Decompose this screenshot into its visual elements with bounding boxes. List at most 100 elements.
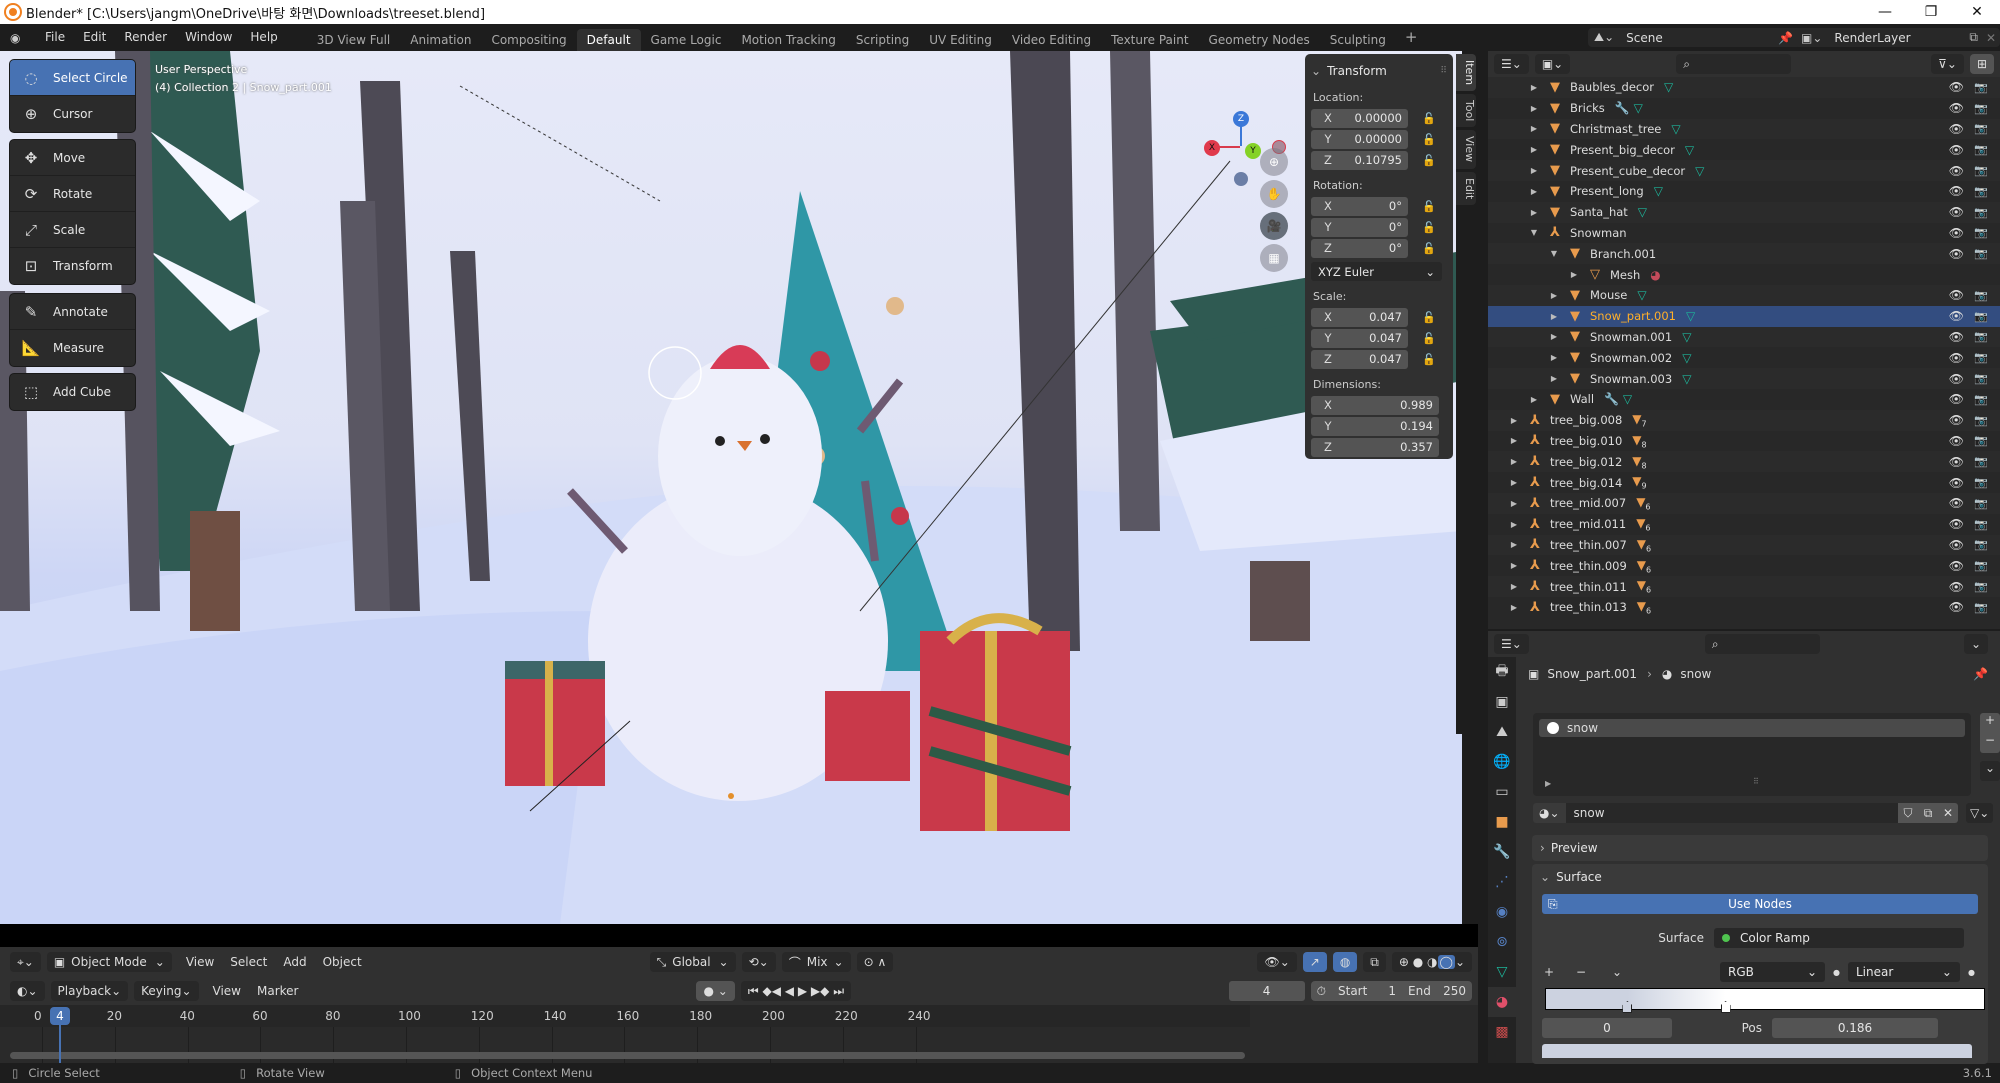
expand-toggle-icon[interactable]: ▶: [1508, 436, 1520, 445]
visibility-eye-icon[interactable]: 👁: [1949, 226, 1964, 240]
lock-icon[interactable]: 🔓: [1422, 154, 1436, 167]
tool-cursor[interactable]: ⊕ Cursor: [10, 96, 135, 132]
start-frame-field[interactable]: Start 1: [1332, 984, 1402, 998]
outliner-item-name[interactable]: tree_big.014: [1550, 476, 1622, 490]
expand-toggle-icon[interactable]: ▶: [1508, 499, 1520, 508]
workspace-tab-geometry-nodes[interactable]: Geometry Nodes: [1199, 29, 1320, 51]
end-frame-field[interactable]: End 250: [1402, 984, 1472, 998]
outliner-row[interactable]: ▶ ⅄ tree_thin.007 ▼6 👁 📷: [1488, 534, 2000, 556]
render-camera-icon[interactable]: 📷: [1974, 143, 1988, 156]
workspace-tab-video-editing[interactable]: Video Editing: [1002, 29, 1101, 51]
timeline-area[interactable]: 0 20 40 60 80 100 120 140 160 180 200 220 240 4: [0, 1005, 1478, 1063]
outliner-row[interactable]: ▶ ▼ Mouse ▽ 👁 📷: [1488, 284, 2000, 306]
fake-user-button[interactable]: ⛉: [1898, 803, 1918, 823]
timeline-editor-type[interactable]: ◐⌄: [10, 981, 45, 1001]
outliner-item-name[interactable]: tree_big.008: [1550, 413, 1622, 427]
tool-measure[interactable]: 📐 Measure: [10, 330, 135, 366]
slot-specials-button[interactable]: ⌄: [1980, 761, 2000, 781]
workspace-tab-motion-tracking[interactable]: Motion Tracking: [731, 29, 845, 51]
menu-object[interactable]: Object: [315, 955, 370, 969]
modifier-icon[interactable]: 🔧: [1615, 101, 1630, 115]
playback-menu[interactable]: Playback ⌄: [50, 981, 129, 1001]
tool-annotate[interactable]: ✎ Annotate: [10, 294, 135, 330]
outliner-item-name[interactable]: Christmast_tree: [1570, 122, 1661, 136]
scene-name[interactable]: Scene: [1620, 31, 1778, 45]
collapse-icon[interactable]: ⌄: [1311, 64, 1321, 78]
tab-constraints-icon[interactable]: ⊚: [1488, 927, 1516, 957]
transform-panel-title[interactable]: Transform: [1327, 64, 1387, 78]
mesh-data-icon[interactable]: ▽: [1682, 372, 1691, 386]
new-collection-button[interactable]: ⊞: [1969, 54, 1994, 74]
tab-collection-icon[interactable]: ▭: [1488, 777, 1516, 807]
outliner-item-name[interactable]: tree_big.012: [1550, 455, 1622, 469]
mesh-data-icon[interactable]: ▽: [1671, 122, 1680, 136]
dimensions-x-field[interactable]: X 0.989: [1311, 395, 1439, 415]
outliner-row[interactable]: ▼ ⅄ Snowman 👁 📷: [1488, 223, 2000, 244]
lock-icon[interactable]: 🔓: [1422, 353, 1436, 366]
visibility-eye-icon[interactable]: 👁: [1949, 184, 1964, 198]
pin-icon[interactable]: 📌: [1973, 667, 1988, 681]
visibility-eye-icon[interactable]: 👁: [1949, 434, 1964, 448]
render-camera-icon[interactable]: 📷: [1974, 289, 1988, 302]
drag-handle-icon[interactable]: ⠿: [1440, 66, 1447, 76]
rotation-z-field[interactable]: Z 0°: [1311, 238, 1408, 258]
expand-toggle-icon[interactable]: ▶: [1508, 582, 1520, 591]
outliner-row[interactable]: ▶ ▼ Wall 🔧 ▽ 👁 📷: [1488, 389, 2000, 410]
maximize-button[interactable]: ❐: [1908, 0, 1954, 24]
workspace-tab-default[interactable]: Default: [576, 29, 641, 51]
color-ramp[interactable]: [1545, 988, 1985, 1013]
play-icon[interactable]: ▶: [798, 984, 807, 998]
render-camera-icon[interactable]: 📷: [1974, 226, 1988, 239]
tab-output-icon[interactable]: ⛰: [1488, 717, 1516, 747]
render-camera-icon[interactable]: 📷: [1974, 81, 1988, 94]
tab-item[interactable]: Item: [1456, 54, 1476, 92]
expand-toggle-icon[interactable]: ▶: [1528, 104, 1540, 113]
mesh-data-icon[interactable]: ▽: [1682, 330, 1691, 344]
gizmo-y-axis[interactable]: Y: [1245, 143, 1261, 159]
workspace-tab-animation[interactable]: Animation: [400, 29, 481, 51]
outliner-row[interactable]: ▶ ⅄ tree_big.008 ▼7 👁 📷: [1488, 409, 2000, 431]
visibility-eye-icon[interactable]: 👁: [1949, 80, 1964, 94]
tab-object-icon[interactable]: ■: [1488, 807, 1516, 837]
workspace-tab-compositing[interactable]: Compositing: [481, 29, 576, 51]
render-camera-icon[interactable]: 📷: [1974, 185, 1988, 198]
workspace-tab-uv-editing[interactable]: UV Editing: [919, 29, 1002, 51]
outliner-item-name[interactable]: Mesh: [1610, 268, 1640, 282]
children-mesh-icon[interactable]: ▼: [1632, 433, 1641, 447]
tab-render-icon[interactable]: ▣: [1488, 687, 1516, 717]
expand-toggle-icon[interactable]: ▶: [1508, 416, 1520, 425]
menu-render[interactable]: Render: [115, 24, 176, 51]
mesh-data-icon[interactable]: ▽: [1685, 143, 1694, 157]
close-button[interactable]: ✕: [1954, 0, 2000, 24]
outliner-row[interactable]: ▶ ▼ Snow_part.001 ▽ 👁 📷: [1488, 305, 2000, 327]
outliner-row[interactable]: ▶ ⅄ tree_thin.009 ▼6 👁 📷: [1488, 555, 2000, 576]
expand-toggle-icon[interactable]: ▶: [1548, 353, 1560, 362]
minimize-button[interactable]: —: [1862, 0, 1908, 24]
auto-keying-toggle[interactable]: ● ⌄: [696, 981, 735, 1001]
stopwatch-icon[interactable]: ⏱: [1311, 984, 1332, 999]
outliner-item-name[interactable]: tree_thin.007: [1550, 538, 1627, 552]
tab-material-icon[interactable]: ◕: [1488, 987, 1516, 1017]
expand-toggle-icon[interactable]: ▶: [1548, 291, 1560, 300]
outliner-row[interactable]: ▶ ▼ Snowman.002 ▽ 👁 📷: [1488, 347, 2000, 368]
outliner-row[interactable]: ▶ ⅄ tree_big.010 ▼8 👁 📷: [1488, 431, 2000, 452]
mesh-data-icon[interactable]: ▽: [1623, 392, 1632, 406]
add-workspace-button[interactable]: +: [1396, 24, 1427, 51]
outliner-row[interactable]: ▶ ⅄ tree_thin.013 ▼6 👁 📷: [1488, 597, 2000, 618]
render-camera-icon[interactable]: 📷: [1974, 518, 1988, 531]
keying-menu[interactable]: Keying ⌄: [134, 981, 199, 1001]
gizmo-neg-z[interactable]: [1234, 172, 1248, 186]
menu-file[interactable]: File: [36, 24, 74, 51]
playback-controls[interactable]: ⏮ ◆◀ ◀ ▶ ▶◆ ⏭: [740, 981, 851, 1001]
children-mesh-icon[interactable]: ▼: [1632, 412, 1641, 426]
render-camera-icon[interactable]: 📷: [1974, 601, 1988, 614]
tab-physics-icon[interactable]: ◉: [1488, 897, 1516, 927]
mesh-data-icon[interactable]: ▽: [1695, 164, 1704, 178]
color-ramp-stop[interactable]: [1622, 1001, 1633, 1013]
dimensions-y-field[interactable]: Y 0.194: [1311, 416, 1439, 436]
remove-view-layer-icon[interactable]: ✕: [1986, 31, 1996, 45]
outliner-row[interactable]: ▶ ⅄ tree_mid.007 ▼6 👁 📷: [1488, 492, 2000, 514]
outliner-row[interactable]: ▶ ⅄ tree_mid.011 ▼6 👁 📷: [1488, 514, 2000, 535]
outliner-item-name[interactable]: Branch.001: [1590, 247, 1656, 261]
remove-stop-button[interactable]: −: [1576, 965, 1612, 979]
